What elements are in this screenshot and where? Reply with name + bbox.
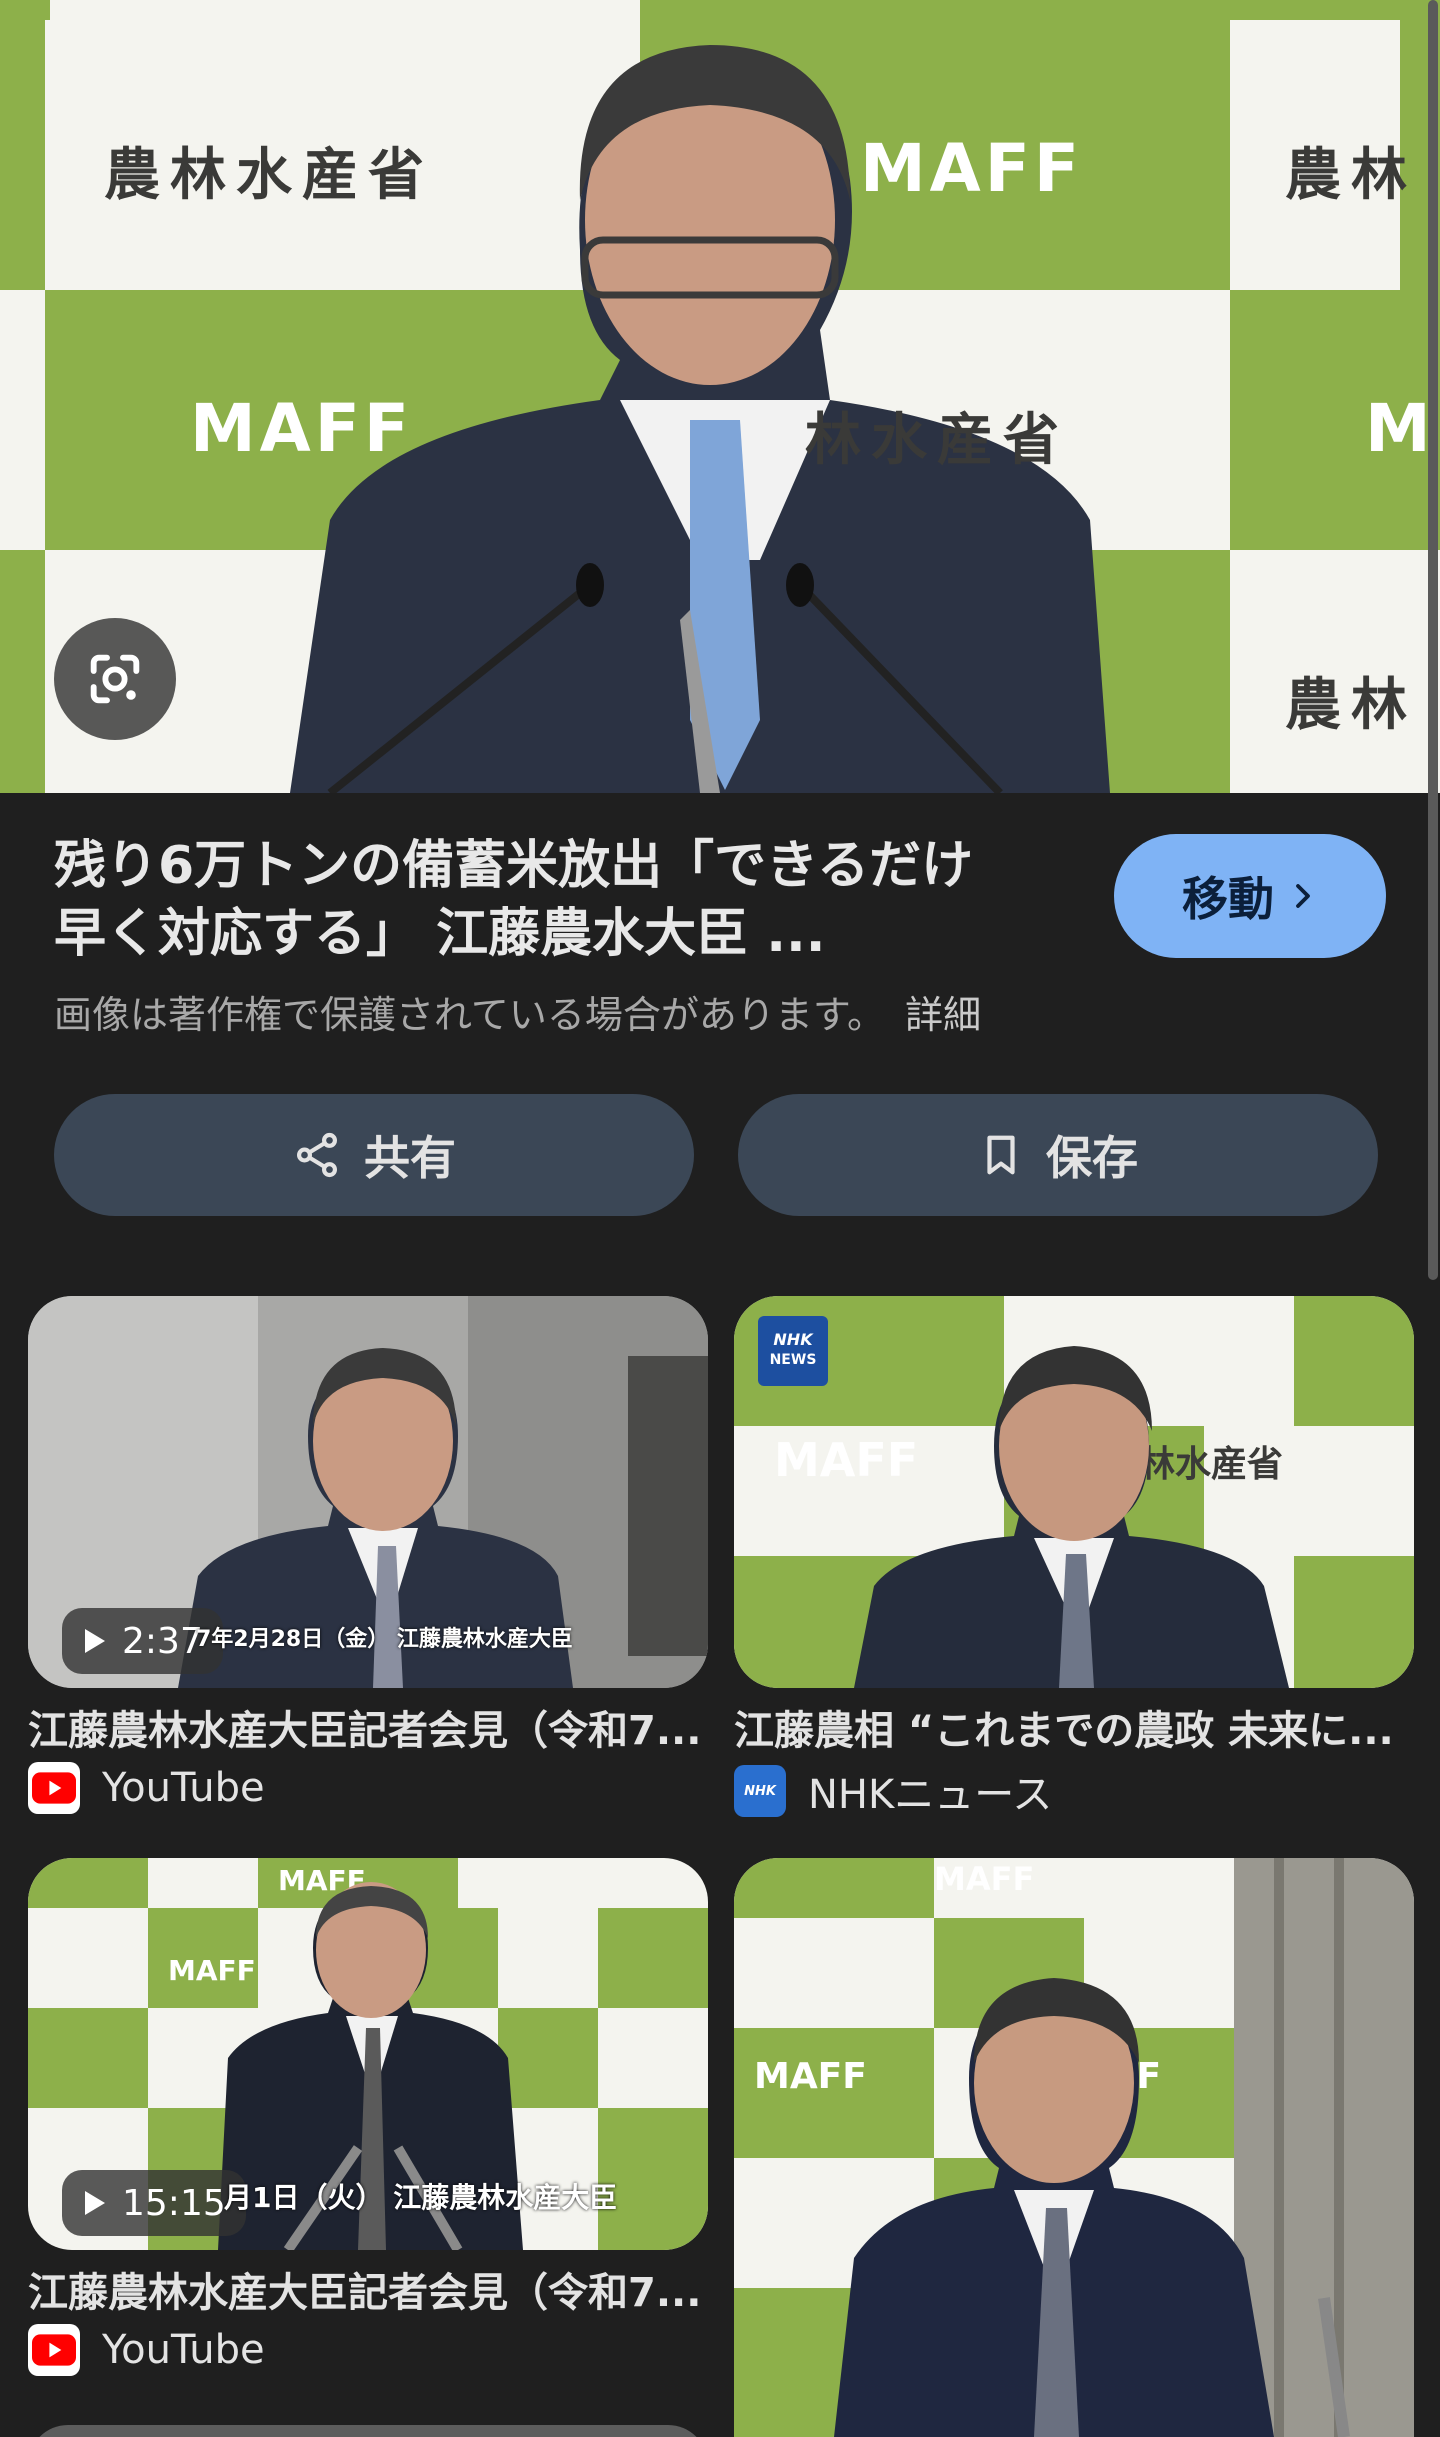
- card-thumbnail[interactable]: MAFF MAFF 15:15 月1日（火） 江藤農林水産大臣: [28, 1858, 708, 2250]
- video-duration: 15:15: [122, 2182, 226, 2224]
- card-thumbnail[interactable]: MAFF AFF MAFF: [734, 1858, 1414, 2437]
- lens-camera-icon: [90, 654, 140, 704]
- svg-text:MAFF: MAFF: [168, 1954, 256, 1987]
- next-card-partial[interactable]: [28, 2425, 708, 2437]
- nhk-badge-line-2: NEWS: [769, 1352, 817, 1368]
- card-source[interactable]: YouTube: [28, 2324, 265, 2376]
- share-icon: [297, 1132, 337, 1178]
- card-title[interactable]: 江藤農林水産大臣記者会見（令和7...: [28, 2260, 708, 2318]
- play-icon: [85, 1629, 105, 1653]
- goto-button[interactable]: 移動: [1114, 834, 1386, 958]
- copyright-text: 画像は著作権で保護されている場合があります。: [54, 993, 886, 1037]
- card-title[interactable]: 江藤農相 “これまでの農政 未来に...: [734, 1698, 1414, 1756]
- card-thumbnail[interactable]: 2:37 7年2月28日（金） 江藤農林水産大臣: [28, 1296, 708, 1688]
- card-source-label: YouTube: [102, 1765, 265, 1811]
- svg-text:MAFF: MAFF: [774, 1433, 918, 1487]
- backdrop-kanji-mid: 林水産省: [805, 407, 1069, 473]
- backdrop-maff-mid: MAFF: [190, 390, 413, 467]
- save-button[interactable]: 保存: [738, 1094, 1378, 1216]
- backdrop-kanji-top: 農林水産省: [104, 142, 434, 208]
- card-source-label: YouTube: [102, 2327, 265, 2373]
- backdrop-maff-top: MAFF: [860, 130, 1083, 207]
- related-result-card[interactable]: 2:37 7年2月28日（金） 江藤農林水産大臣 江藤農林水産大臣記者会見（令和…: [28, 1296, 708, 1816]
- card-source-label: NHKニュース: [808, 1772, 1053, 1818]
- card-source[interactable]: YouTube: [28, 1762, 265, 1814]
- thumbnail-image: MAFF AFF MAFF: [734, 1858, 1414, 2437]
- chevron-right-icon: [1296, 884, 1310, 908]
- video-overlay-caption: 月1日（火） 江藤農林水産大臣: [224, 2181, 618, 2214]
- lens-search-button[interactable]: [54, 618, 176, 740]
- video-duration-badge: 15:15: [62, 2170, 246, 2236]
- result-title-line-1: 残り6万トンの備蓄米放出「できるだけ: [54, 836, 974, 896]
- hero-image[interactable]: 農林水産省 農林 MAFF MAFF 林水産省 M 農林: [0, 0, 1440, 793]
- share-button-label: 共有: [364, 1131, 456, 1185]
- nhk-news-badge: NHK NEWS: [758, 1316, 828, 1386]
- goto-button-label: 移動: [1182, 872, 1274, 926]
- video-duration: 2:37: [122, 1620, 203, 1662]
- nhk-badge-line-1: NHK: [773, 1330, 813, 1349]
- youtube-icon: [28, 1762, 80, 1814]
- related-result-card[interactable]: MAFF AFF MAFF: [734, 1858, 1414, 2437]
- svg-text:MAFF: MAFF: [754, 2056, 867, 2097]
- svg-text:林水産省: 林水産省: [1139, 1443, 1283, 1485]
- backdrop-kanji-top-right: 農林: [1285, 142, 1417, 208]
- scrollbar[interactable]: [1428, 0, 1438, 1280]
- result-title[interactable]: 残り6万トンの備蓄米放出「できるだけ 早く対応する」 江藤農水大臣 ...: [54, 832, 1054, 968]
- bookmark-icon: [987, 1135, 1015, 1175]
- related-result-card[interactable]: MAFF MAFF 15:15 月1日（火） 江藤農林水産大臣 江藤農林水産大臣…: [28, 1858, 708, 2378]
- thumbnail-image: MAFF 林水産省: [734, 1296, 1414, 1688]
- svg-text:MAFF: MAFF: [934, 1860, 1034, 1898]
- backdrop-maff-mid-right: M: [1365, 390, 1435, 467]
- play-icon: [85, 2191, 105, 2215]
- card-source[interactable]: NHK NHKニュース: [734, 1762, 1052, 1820]
- save-button-label: 保存: [1046, 1131, 1138, 1185]
- details-link[interactable]: 詳細: [905, 993, 981, 1037]
- nhk-icon: NHK: [734, 1765, 786, 1817]
- related-result-card[interactable]: MAFF 林水産省 NHK NEWS 江藤農相 “これまでの農政 未来に... …: [734, 1296, 1414, 1818]
- share-button[interactable]: 共有: [54, 1094, 694, 1216]
- card-title[interactable]: 江藤農林水産大臣記者会見（令和7...: [28, 1698, 708, 1756]
- video-overlay-caption: 7年2月28日（金） 江藤農林水産大臣: [196, 1627, 573, 1652]
- result-title-line-2: 早く対応する」 江藤農水大臣 ...: [54, 904, 826, 964]
- nhk-icon-text: NHK: [744, 1783, 776, 1799]
- backdrop-kanji-bottom-right: 農林: [1285, 672, 1417, 738]
- card-thumbnail[interactable]: MAFF 林水産省 NHK NEWS: [734, 1296, 1414, 1688]
- copyright-notice: 画像は著作権で保護されている場合があります。 詳細: [54, 984, 981, 1039]
- youtube-icon: [28, 2324, 80, 2376]
